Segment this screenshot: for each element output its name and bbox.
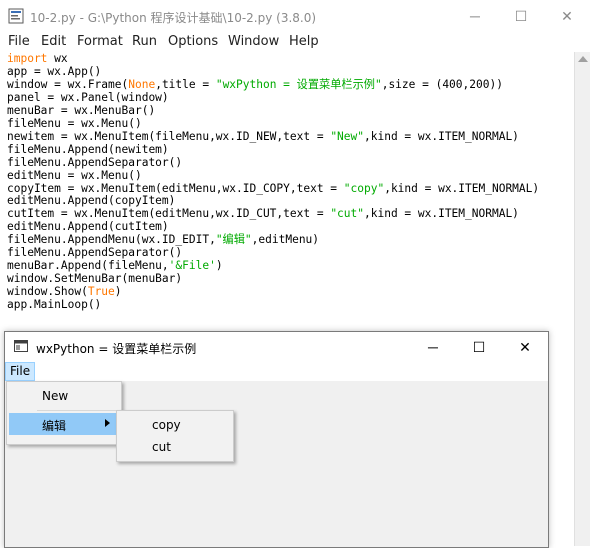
code-token: panel = wx.Panel(window) — [7, 90, 169, 104]
menu-window[interactable]: Window — [228, 34, 279, 49]
code-keyword: None — [128, 77, 156, 91]
code-keyword: import — [7, 52, 48, 65]
wx-titlebar: wxPython = 设置菜单栏示例 ─ ☐ ✕ — [5, 332, 548, 362]
code-token: editMenu.Append(copyItem) — [7, 194, 176, 208]
code-token: app.MainLoop() — [7, 298, 102, 312]
menu-item-edit-label: 编辑 — [42, 419, 67, 433]
code-string: "编辑" — [215, 233, 252, 247]
code-token: menuBar.Append(fileMenu, — [7, 259, 169, 273]
idle-titlebar: 10-2.py - G:\Python 程序设计基础\10-2.py (3.8.… — [0, 0, 590, 32]
vertical-scrollbar[interactable] — [574, 52, 590, 546]
menu-item-new[interactable]: New — [9, 385, 119, 407]
menu-item-cut[interactable]: cut — [119, 436, 231, 458]
code-keyword: True — [87, 285, 115, 299]
code-token: fileMenu = wx.Menu() — [7, 116, 142, 130]
wx-menubar: File — [5, 362, 548, 382]
scroll-up-icon[interactable] — [578, 56, 588, 62]
maximize-button[interactable]: ☐ — [498, 0, 544, 32]
wx-minimize-button[interactable]: ─ — [410, 332, 456, 362]
code-token: ,kind = wx.ITEM_NORMAL) — [384, 181, 540, 195]
menu-run[interactable]: Run — [132, 34, 157, 49]
code-token: fileMenu.AppendMenu(wx.ID_EDIT, — [7, 233, 216, 247]
code-token: copyItem = wx.MenuItem(editMenu,wx.ID_CO… — [7, 181, 344, 195]
menu-separator — [37, 410, 119, 411]
code-token: cutItem = wx.MenuItem(editMenu,wx.ID_CUT… — [7, 207, 331, 221]
menu-options[interactable]: Options — [168, 34, 218, 49]
menu-item-copy-label: copy — [152, 418, 181, 432]
code-token: menuBar = wx.MenuBar() — [7, 103, 156, 117]
menu-file[interactable]: File — [8, 34, 30, 49]
code-string: "cut" — [330, 207, 364, 221]
wx-maximize-button[interactable]: ☐ — [456, 332, 502, 362]
code-token: ,kind = wx.ITEM_NORMAL) — [364, 129, 519, 143]
code-token: editMenu = wx.Menu() — [7, 168, 142, 182]
file-dropdown-menu: New 编辑 — [6, 381, 122, 445]
code-token: ) — [215, 259, 223, 273]
menu-item-new-label: New — [42, 389, 69, 403]
menu-format[interactable]: Format — [77, 34, 123, 49]
idle-menubar: File Edit Format Run Options Window Help — [0, 32, 590, 52]
code-token: window.SetMenuBar(menuBar) — [7, 272, 183, 286]
code-token: wx — [47, 52, 68, 65]
idle-app-icon — [8, 8, 24, 24]
minimize-button[interactable]: ─ — [452, 0, 498, 32]
code-string: "wxPython = 设置菜单栏示例" — [215, 77, 382, 91]
code-line[interactable]: app.MainLoop() — [7, 298, 539, 312]
submenu-arrow-icon — [105, 419, 110, 427]
code-token: app = wx.App() — [7, 64, 102, 78]
code-token: fileMenu.AppendSeparator() — [7, 155, 183, 169]
code-token: ) — [114, 285, 122, 299]
code-token: window.Show( — [7, 285, 88, 299]
code-string: '&File' — [168, 259, 216, 273]
wx-window-icon — [14, 340, 28, 352]
code-token: fileMenu.Append(newitem) — [7, 142, 169, 156]
wx-close-button[interactable]: ✕ — [502, 332, 548, 362]
code-token: window = wx.Frame( — [7, 77, 129, 91]
wx-menu-file[interactable]: File — [5, 362, 36, 381]
code-token: ,title = — [155, 77, 216, 91]
menu-item-copy[interactable]: copy — [119, 414, 231, 436]
idle-window-title: 10-2.py - G:\Python 程序设计基础\10-2.py (3.8.… — [30, 11, 317, 25]
menu-edit[interactable]: Edit — [41, 34, 66, 49]
code-token: ,kind = wx.ITEM_NORMAL) — [364, 207, 519, 221]
wx-window-title: wxPython = 设置菜单栏示例 — [36, 342, 197, 356]
edit-submenu: copy cut — [116, 410, 234, 462]
menu-help[interactable]: Help — [289, 34, 319, 49]
code-text[interactable]: import wx app = wx.App() window = wx.Frame… — [7, 52, 540, 312]
menu-item-cut-label: cut — [152, 440, 171, 454]
code-token: editMenu.Append(cutItem) — [7, 220, 169, 234]
code-token: ,size = (400,200)) — [381, 77, 503, 91]
code-string: "New" — [330, 129, 364, 143]
code-token: fileMenu.AppendSeparator() — [7, 246, 183, 260]
code-token: newitem = wx.MenuItem(fileMenu,wx.ID_NEW… — [7, 129, 331, 143]
close-button[interactable]: ✕ — [544, 0, 590, 32]
code-token: ,editMenu) — [251, 233, 320, 247]
code-string: "copy" — [343, 181, 385, 195]
menu-item-edit-submenu[interactable]: 编辑 — [9, 413, 119, 435]
